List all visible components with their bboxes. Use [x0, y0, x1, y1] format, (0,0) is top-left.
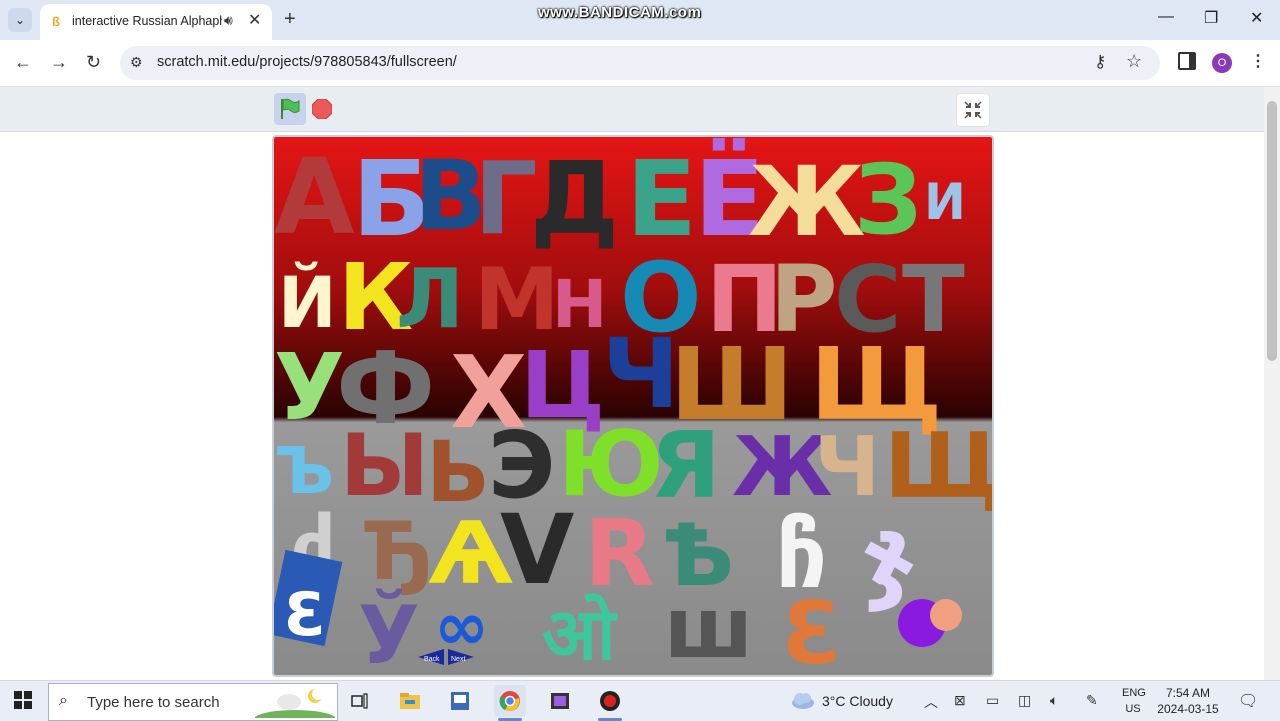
- svg-text:Next: Next: [451, 656, 465, 663]
- network-icon[interactable]: ⊠: [954, 692, 966, 709]
- menu-icon[interactable]: ⋮: [1250, 51, 1266, 71]
- keyboard-region: US: [1125, 703, 1141, 715]
- page-scrollbar[interactable]: [1264, 87, 1280, 680]
- close-tab-icon[interactable]: ✕: [248, 10, 261, 30]
- browser-tab[interactable]: ß interactive Russian Alphaph 🔊︎ ✕: [40, 4, 272, 40]
- character-short-i[interactable]: Й: [278, 262, 337, 344]
- key-icon[interactable]: ⚷: [1094, 52, 1106, 72]
- character-zhe[interactable]: Ж: [748, 146, 866, 258]
- minimize-icon[interactable]: —: [1158, 8, 1174, 26]
- url-text[interactable]: scratch.mit.edu/projects/978805843/fulls…: [157, 54, 457, 70]
- character-extra-15[interactable]: ш: [664, 579, 753, 675]
- character-epsilon[interactable]: Ɛ: [284, 580, 326, 650]
- app-installer-icon[interactable]: [444, 685, 476, 717]
- character-extra-8[interactable]: R: [584, 500, 655, 607]
- scratch-favicon-icon: ß: [52, 14, 60, 29]
- clock-time: 7:54 AM: [1165, 686, 1211, 700]
- close-window-icon[interactable]: ✕: [1250, 8, 1263, 28]
- restore-icon[interactable]: ❐: [1204, 8, 1218, 28]
- cloud-weather-icon[interactable]: [790, 691, 816, 709]
- exit-fullscreen-button[interactable]: [956, 93, 990, 127]
- baby-face: [930, 599, 962, 631]
- tab-strip: ⌄ ß interactive Russian Alphaph 🔊︎ ✕ + w…: [0, 0, 1280, 40]
- file-explorer-icon[interactable]: [394, 685, 426, 717]
- stop-sign-icon[interactable]: [312, 99, 332, 119]
- taskbar: ⌕ Type here to search 3°C Cloudy ︿ ⊠ ▭ ◫…: [0, 680, 1280, 721]
- back-arrow-icon[interactable]: ←: [14, 52, 32, 73]
- character-hard-sign[interactable]: Ъ: [274, 435, 334, 509]
- svg-text:Back: Back: [424, 656, 440, 663]
- character-ya[interactable]: Я: [650, 412, 721, 519]
- scratch-page: А Б В Г Д Е Ё Ж З И Й К Л М Н О П Р С Т: [0, 87, 1264, 680]
- meet-now-icon[interactable]: ◫: [1018, 692, 1031, 709]
- taskbar-search-box[interactable]: ⌕ Type here to search: [48, 683, 338, 721]
- character-extra-5[interactable]: Ђ: [364, 505, 434, 598]
- character-extra-7[interactable]: V: [500, 494, 574, 606]
- character-de[interactable]: Д: [530, 140, 619, 257]
- bandicam-record-icon[interactable]: [594, 685, 626, 721]
- site-settings-icon[interactable]: ⚙: [130, 54, 143, 71]
- browser-toolbar: ← → ↻ ⚙ scratch.mit.edu/projects/9788058…: [0, 40, 1280, 87]
- character-u[interactable]: У: [274, 334, 345, 441]
- character-ze[interactable]: З: [854, 144, 922, 256]
- character-yery[interactable]: Ы: [340, 416, 429, 516]
- address-bar[interactable]: ⚙ scratch.mit.edu/projects/978805843/ful…: [120, 46, 1160, 80]
- exit-fullscreen-icon: [964, 101, 982, 119]
- profile-avatar[interactable]: O: [1212, 53, 1232, 73]
- character-extra-11[interactable]: ჯ: [862, 496, 916, 613]
- tab-search-chevron-icon[interactable]: ⌄: [8, 8, 32, 32]
- system-clock[interactable]: 7:54 AM 2024-03-15: [1152, 685, 1224, 717]
- task-view-icon[interactable]: [344, 685, 376, 717]
- search-placeholder: Type here to search: [87, 694, 220, 711]
- video-editor-icon[interactable]: [544, 685, 576, 717]
- chrome-icon[interactable]: [494, 685, 526, 721]
- show-hidden-icons-chevron-icon[interactable]: ︿: [924, 692, 938, 712]
- notifications-icon[interactable]: 🗨︎: [1238, 691, 1258, 711]
- bookmark-star-icon[interactable]: ☆: [1126, 51, 1142, 72]
- weather-text[interactable]: 3°C Cloudy: [822, 693, 893, 709]
- language-indicator[interactable]: ENG US: [1122, 685, 1146, 717]
- tab-title: interactive Russian Alphaph: [72, 14, 222, 28]
- character-extra-14[interactable]: ओ: [542, 592, 618, 675]
- character-ge[interactable]: Г: [474, 140, 538, 257]
- scratch-controls-bar: [0, 87, 1264, 132]
- alphabet-characters: А Б В Г Д Е Ё Ж З И Й К Л М Н О П Р С Т: [274, 137, 992, 675]
- green-flag-button[interactable]: [274, 93, 306, 125]
- character-extra-12[interactable]: Ў: [358, 588, 420, 675]
- new-tab-button[interactable]: +: [284, 8, 296, 31]
- stage-canvas[interactable]: А Б В Г Д Е Ё Ж З И Й К Л М Н О П Р С Т: [274, 137, 992, 675]
- language-code: ENG: [1122, 687, 1146, 699]
- windows-start-icon[interactable]: [14, 691, 32, 709]
- battery-icon[interactable]: ▭: [986, 692, 999, 709]
- reload-icon[interactable]: ↻: [86, 52, 101, 73]
- watermark-text: www.BANDICAM.com: [538, 4, 702, 21]
- forward-arrow-icon[interactable]: →: [50, 52, 68, 73]
- pen-icon[interactable]: ✎: [1086, 692, 1098, 709]
- scrollbar-thumb[interactable]: [1267, 101, 1277, 361]
- project-stage[interactable]: А Б В Г Д Е Ё Ж З И Й К Л М Н О П Р С Т: [272, 135, 994, 677]
- character-extra-16[interactable]: Ɛ: [782, 584, 842, 675]
- side-panel-icon[interactable]: [1178, 52, 1196, 70]
- search-highlight-illustration-icon: [255, 688, 335, 718]
- clock-date: 2024-03-15: [1157, 702, 1219, 716]
- volume-icon[interactable]: 🔈︎: [1050, 692, 1058, 709]
- character-a[interactable]: А: [274, 137, 355, 258]
- speaker-icon[interactable]: 🔊︎: [224, 12, 233, 29]
- character-i[interactable]: И: [924, 173, 966, 231]
- green-flag-icon: [281, 98, 300, 119]
- search-icon: ⌕: [59, 692, 68, 709]
